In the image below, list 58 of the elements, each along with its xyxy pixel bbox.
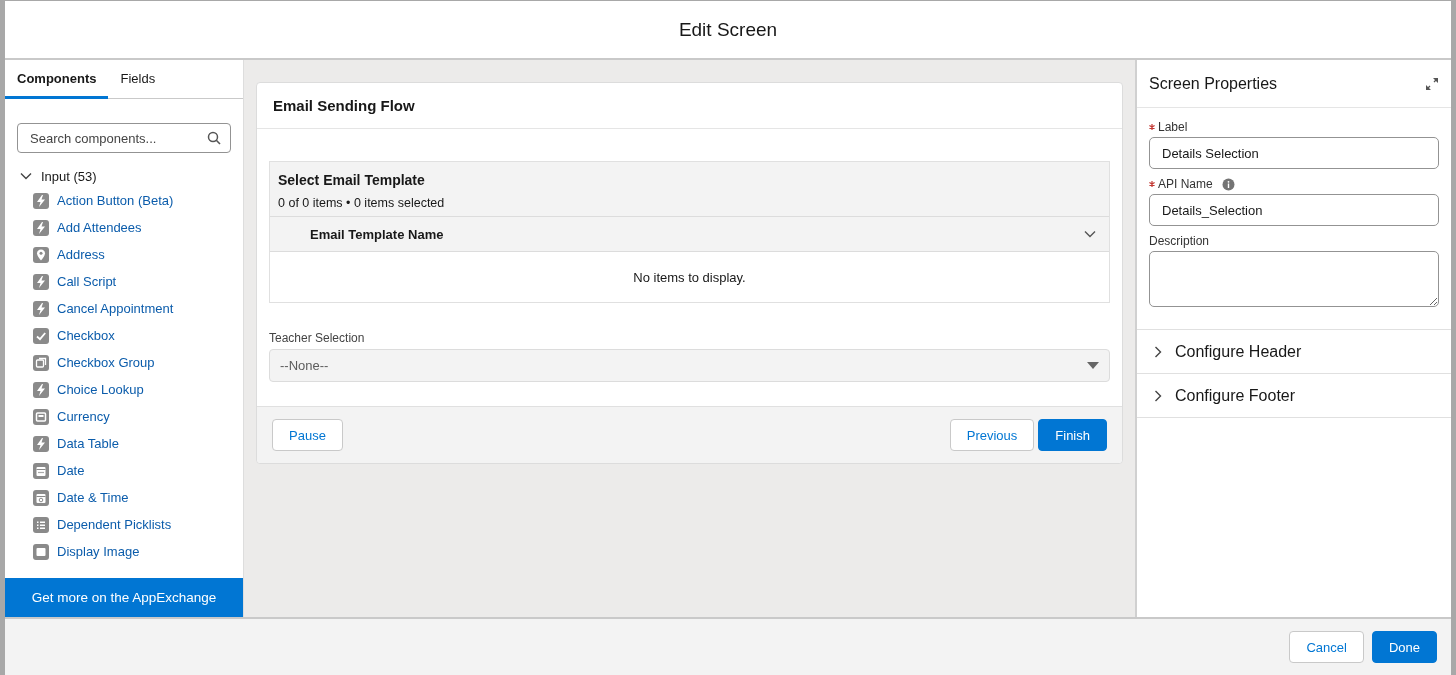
picklist[interactable]: --None--: [269, 349, 1110, 382]
field-label: Label: [1158, 120, 1188, 134]
list-icon: [33, 516, 49, 533]
action-button[interactable]: Finish: [1038, 419, 1107, 451]
component-item[interactable]: Address: [19, 241, 111, 268]
image-icon: [33, 543, 49, 560]
bolt-icon: [33, 219, 49, 236]
location-pin-icon: [33, 246, 49, 263]
action-button[interactable]: Pause: [272, 419, 343, 451]
screen-title: Email Sending Flow: [273, 97, 415, 114]
action-button[interactable]: Cancel: [1289, 631, 1364, 663]
component-item[interactable]: Choice Lookup: [19, 376, 150, 403]
component-item[interactable]: Currency: [19, 403, 116, 430]
item-count: 0 of 0 items • 0 items selected: [278, 196, 446, 210]
panel-title: Screen Properties: [1149, 74, 1278, 93]
bolt-icon: [33, 381, 49, 398]
expand-icon[interactable]: [1425, 76, 1439, 91]
bolt-icon: [33, 192, 49, 209]
component-item[interactable]: Display Image: [19, 538, 146, 565]
component-item[interactable]: Checkbox Group: [19, 349, 161, 376]
empty-message: No items to display.: [633, 269, 746, 285]
bolt-icon: [33, 435, 49, 452]
component-item[interactable]: Cancel Appointment: [19, 295, 180, 322]
tab[interactable]: Fields: [108, 60, 168, 99]
checkbox-icon: [33, 327, 49, 344]
appexchange-button[interactable]: Get more on the AppExchange: [5, 578, 243, 617]
component-item[interactable]: Date & Time: [19, 484, 135, 511]
search-icon: [207, 131, 221, 145]
component-item[interactable]: Add Attendees: [19, 214, 148, 241]
column-header: Email Template Name: [310, 226, 444, 242]
window-title: Edit Screen: [678, 18, 778, 41]
section-toggle[interactable]: Configure Footer: [1137, 374, 1451, 418]
component-item[interactable]: Dependent Picklists: [19, 511, 178, 538]
field-label: Description: [1149, 234, 1210, 248]
component-item[interactable]: Checkbox: [19, 322, 121, 349]
search-field[interactable]: Search components...: [17, 123, 231, 153]
component-item[interactable]: Data Table: [19, 430, 125, 457]
table-title: Select Email Template: [278, 172, 426, 188]
bolt-icon: [33, 273, 49, 290]
action-button[interactable]: Done: [1371, 631, 1437, 663]
component-item[interactable]: Date: [19, 457, 91, 484]
calendar-icon: [33, 462, 49, 479]
bolt-icon: [33, 300, 49, 317]
currency-icon: [33, 408, 49, 425]
section-toggle[interactable]: Configure Header: [1137, 330, 1451, 374]
text-field[interactable]: Details_Selection: [1149, 194, 1439, 226]
description-field[interactable]: [1149, 251, 1439, 307]
picklist-label: Teacher Selection: [269, 331, 366, 345]
component-item[interactable]: Action Button (Beta): [19, 187, 180, 214]
tab[interactable]: Components: [5, 60, 109, 99]
action-button[interactable]: Previous: [949, 419, 1035, 451]
field-label: API Name: [1158, 177, 1213, 191]
component-item[interactable]: Call Script: [19, 268, 123, 295]
calendar-clock-icon: [33, 489, 49, 506]
dropdown-arrow-icon: [1087, 361, 1099, 370]
checkbox-group-icon: [33, 354, 49, 371]
text-field[interactable]: Details Selection: [1149, 137, 1439, 169]
group-toggle[interactable]: Input (53): [19, 165, 97, 187]
